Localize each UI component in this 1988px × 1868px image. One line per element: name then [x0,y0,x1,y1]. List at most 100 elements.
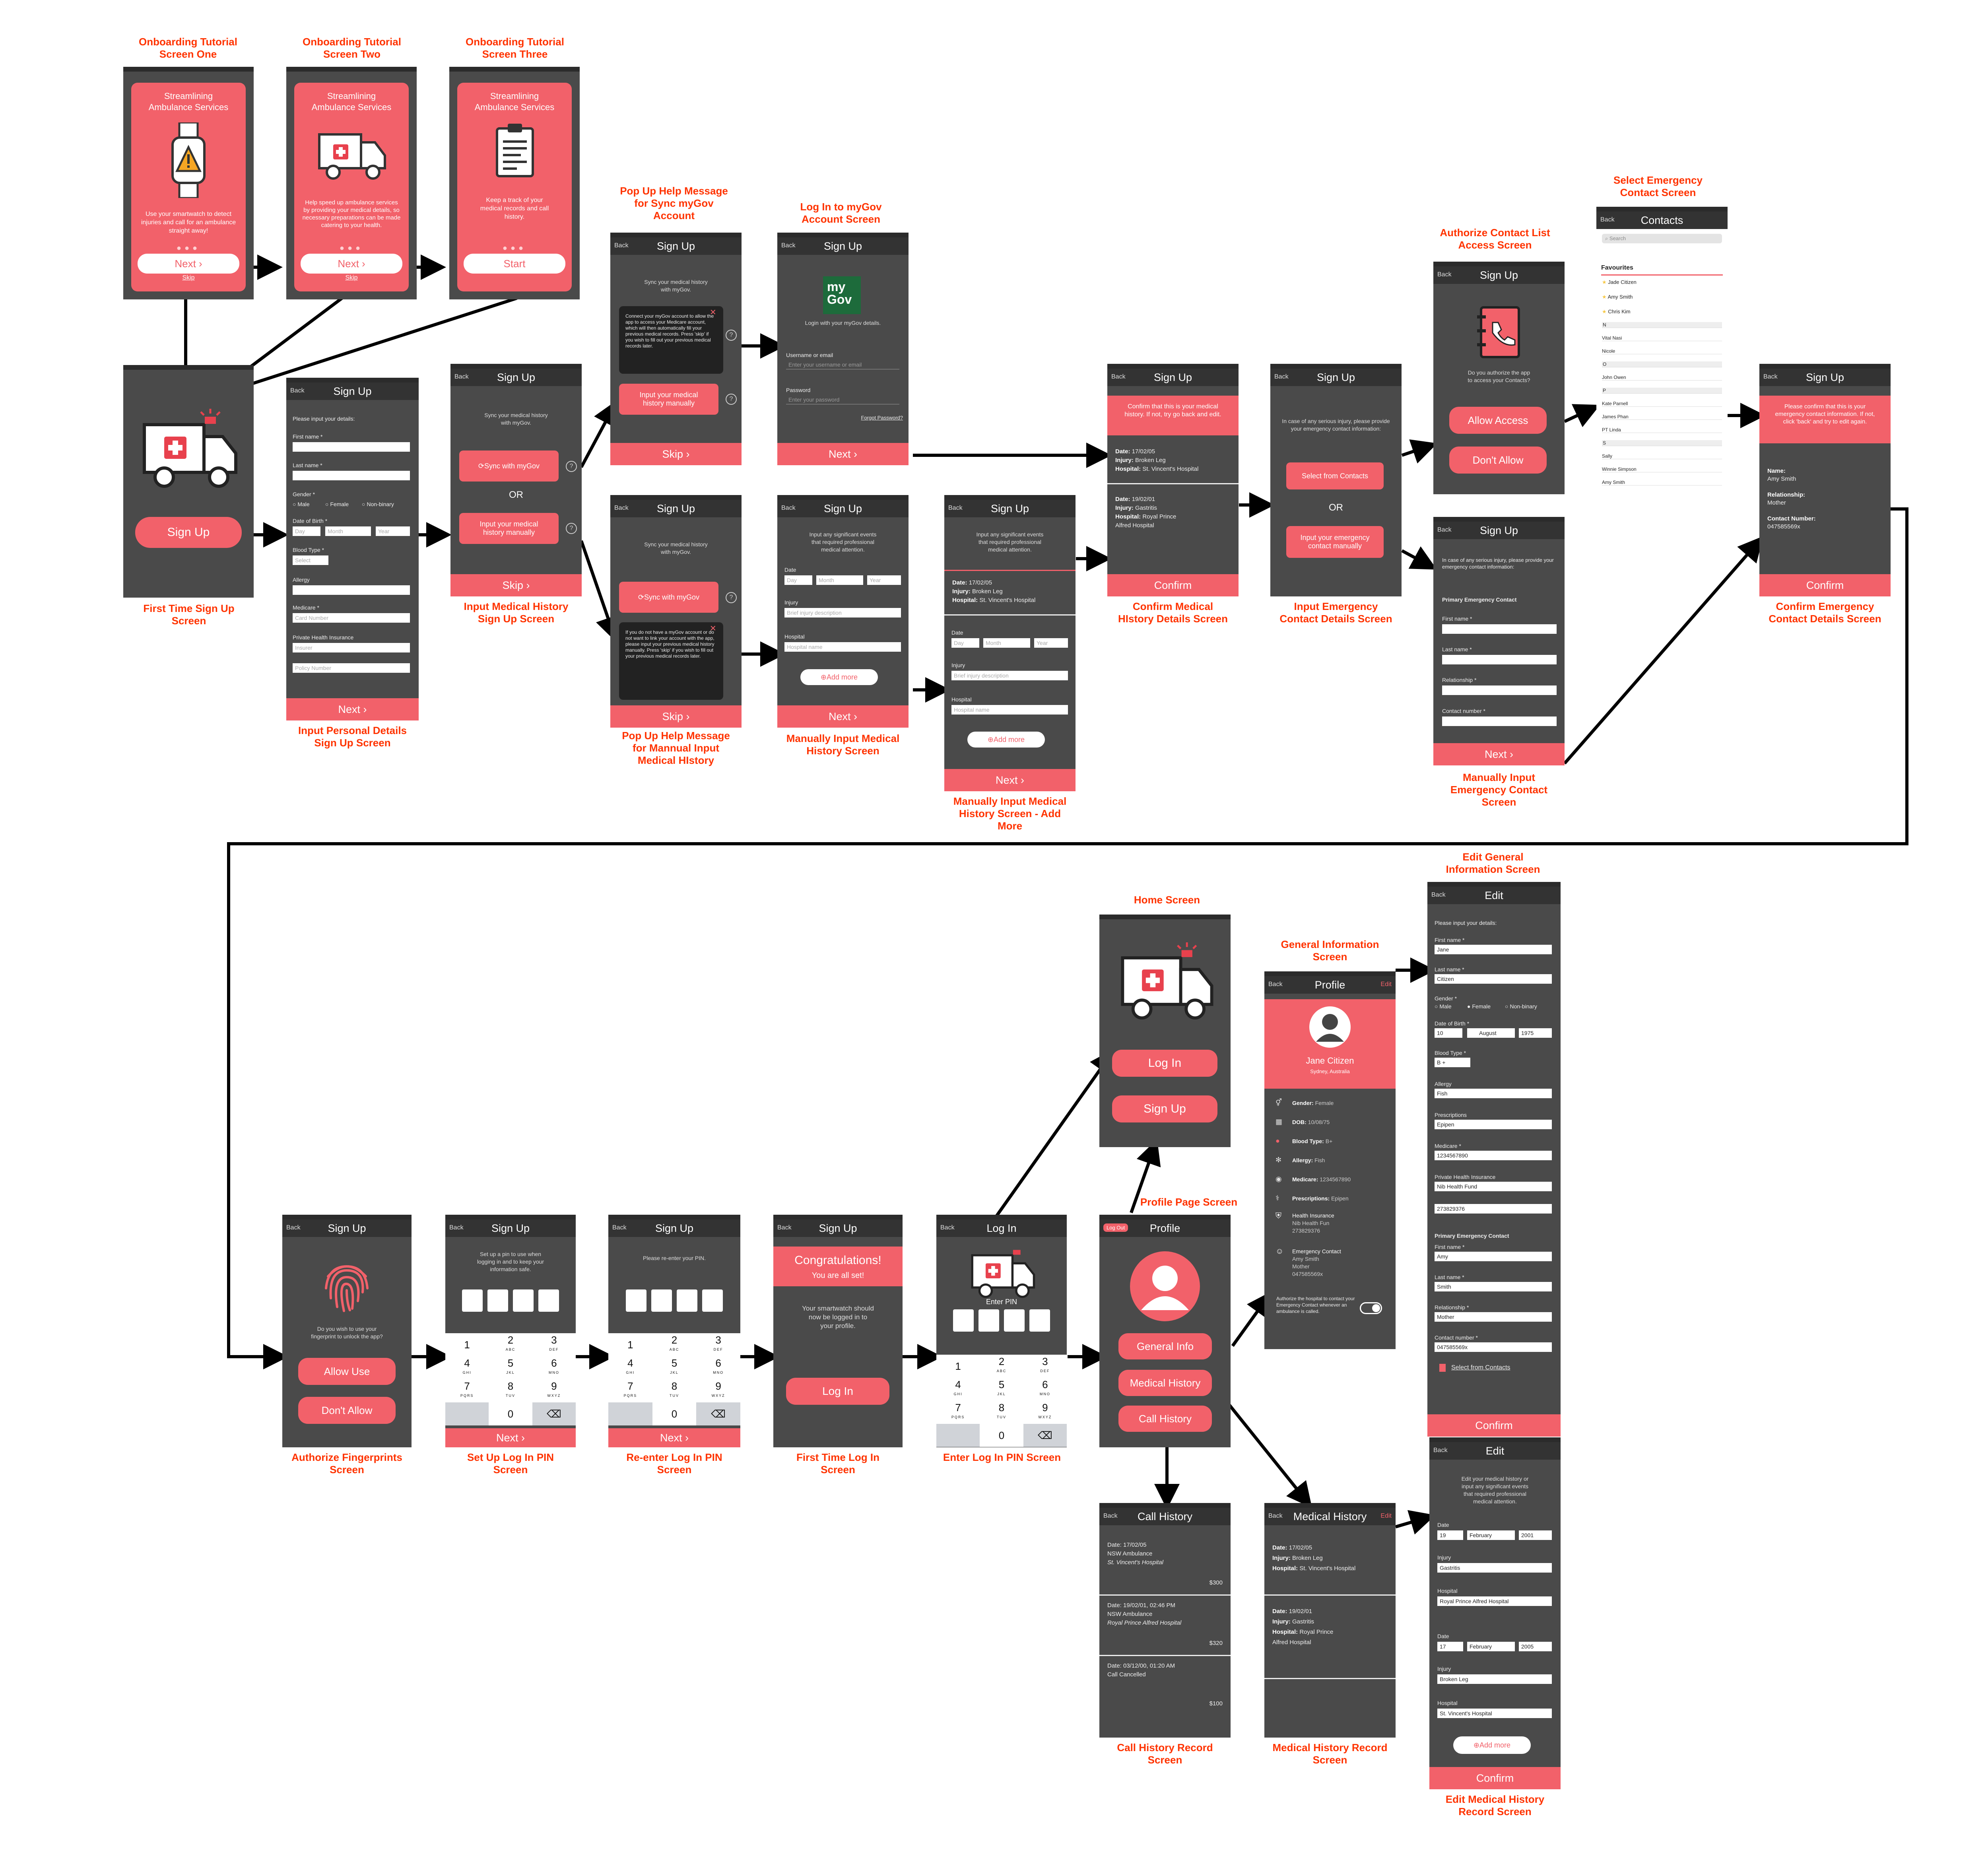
back-button[interactable]: Back [1600,216,1615,223]
pin-boxes[interactable] [608,1289,740,1312]
keypad-key[interactable]: 6 MNO [1023,1378,1067,1401]
back-button[interactable]: Back [290,387,305,394]
select-contacts-button[interactable]: Select from Contacts [1286,462,1384,489]
back-button[interactable]: Back [614,242,629,249]
day-select[interactable]: 10 [1435,1028,1462,1038]
keypad-key[interactable]: 2 ABC [652,1333,697,1356]
back-button[interactable]: Back [454,373,469,381]
last-name-input[interactable]: Citizen [1435,974,1552,984]
next-button[interactable]: Next › [944,769,1076,791]
hospital-input[interactable]: Hospital name [951,705,1068,715]
contact-list-item[interactable]: Sally [1602,453,1722,459]
keypad-key[interactable]: 9 WXYZ [696,1379,740,1402]
close-icon[interactable]: ✕ [710,623,716,633]
add-more-button[interactable]: ⊕ Add more [800,669,878,685]
keypad[interactable]: 1 2 ABC 3 DEF 4 GHI 5 JKL 6 MNO 7 PQRS 8 TUV 9 WXYZ 0 ⌫ [608,1333,740,1425]
injury-input[interactable]: Brief injury description [951,671,1068,680]
keypad-key[interactable]: 7 PQRS [608,1379,652,1402]
gender-radio-nonbinary[interactable]: ○ Non-binary [362,501,394,507]
confirm-button[interactable]: Confirm [1429,1767,1561,1789]
manual-contact-button[interactable]: Input your emergency contact manually [1286,526,1384,558]
edit-button[interactable]: Edit [1380,1513,1392,1520]
gender-radio-male[interactable]: ○ Male [293,501,310,507]
allergy-input[interactable] [293,585,410,595]
select-contacts-link[interactable]: Select from Contacts [1439,1364,1510,1372]
back-button[interactable]: Back [1268,1513,1283,1520]
keypad-key[interactable]: 2 ABC [980,1355,1023,1378]
keypad-key[interactable] [445,1402,489,1425]
back-button[interactable]: Back [1274,373,1289,381]
medicare-input[interactable]: Card Number [293,613,410,623]
month-select[interactable]: Month [816,575,863,585]
year-select[interactable]: Year [1034,638,1068,648]
day-select[interactable]: 17 [1437,1642,1463,1651]
prescriptions-input[interactable]: Epipen [1435,1120,1552,1129]
help-icon[interactable]: ? [726,394,737,405]
favourite-contact[interactable]: ★ Jade Citizen [1602,279,1637,285]
injury-input[interactable]: Gastritis [1437,1563,1552,1573]
back-button[interactable]: Back [1103,1513,1118,1520]
keypad[interactable]: 1 2 ABC 3 DEF 4 GHI 5 JKL 6 MNO 7 PQRS 8 TUV 9 WXYZ 0 ⌫ [445,1333,576,1425]
back-button[interactable]: Back [1437,271,1452,278]
keypad-key[interactable]: 3 DEF [1023,1355,1067,1378]
close-icon[interactable]: ✕ [710,307,716,317]
signup-button[interactable]: Sign Up [135,517,242,548]
call-record[interactable]: Date: 03/12/00, 01:20 AM Call Cancelled $1… [1107,1662,1223,1707]
contact-number-input[interactable] [1442,717,1557,726]
next-button[interactable]: Next › [301,254,402,274]
add-more-button[interactable]: ⊕ Add more [1453,1736,1531,1754]
contact-list-item[interactable]: Amy Smith [1602,480,1722,485]
policy-number-input[interactable]: Policy Number [293,663,410,673]
back-button[interactable]: Back [781,505,796,512]
back-button[interactable]: Back [940,1224,955,1231]
dont-allow-button[interactable]: Don't Allow [1449,447,1547,474]
month-select[interactable]: Month [983,638,1030,648]
injury-input[interactable]: Broken Leg [1437,1674,1552,1684]
policy-number-input[interactable]: 273829376 [1435,1204,1552,1214]
gender-radio-nonbinary[interactable]: ○ Non-binary [1505,1003,1537,1010]
pin-boxes[interactable] [936,1309,1067,1332]
pin-boxes[interactable] [445,1289,576,1312]
first-name-input[interactable]: Amy [1435,1252,1552,1261]
contact-list-item[interactable]: Winnie Simpson [1602,466,1722,472]
forgot-password-link[interactable]: Forgot Password? [861,415,903,421]
next-button[interactable]: Next › [286,698,419,720]
back-button[interactable]: Back [286,1224,301,1231]
year-select[interactable]: 2005 [1519,1642,1552,1651]
medical-history-button[interactable]: Medical History [1118,1370,1212,1396]
next-button[interactable]: Next › [777,443,909,465]
keypad-key[interactable]: 3 DEF [532,1333,576,1356]
search-input[interactable]: ⌕ Search [1602,234,1722,243]
contact-list-item[interactable]: Kate Parnell [1602,401,1722,407]
back-button[interactable]: Back [449,1224,464,1231]
keypad-key[interactable]: 1 [936,1355,980,1378]
day-select[interactable]: Day [951,638,979,648]
keypad-key[interactable]: 1 [445,1333,489,1356]
sync-mygov-button[interactable]: ⟳ Sync with myGov [459,450,559,482]
call-record[interactable]: Date: 19/02/01, 02:46 PM NSW Ambulance Roy… [1107,1601,1223,1647]
gender-radio-female[interactable]: ○ Female [325,501,349,507]
skip-button[interactable]: Skip › [450,574,582,596]
back-button[interactable]: Back [1268,981,1283,988]
keypad-key[interactable]: 8 TUV [489,1379,532,1402]
year-select[interactable]: Year [376,526,410,536]
start-button[interactable]: Start [464,254,565,274]
insurer-select[interactable]: Insurer [293,643,410,652]
year-select[interactable]: Year [867,575,901,585]
keypad-key[interactable]: 9 WXYZ [532,1379,576,1402]
first-name-input[interactable] [293,442,410,452]
keypad-key[interactable]: 3 DEF [696,1333,740,1356]
back-button[interactable]: Back [948,505,963,512]
keypad-key[interactable]: ⌫ [532,1402,576,1425]
back-button[interactable]: Back [614,505,629,512]
keypad-key[interactable]: 4 GHI [445,1356,489,1379]
manual-input-button[interactable]: Input your medical history manually [619,384,718,415]
back-button[interactable]: Back [1433,1447,1448,1454]
manual-input-button[interactable]: Input your medical history manually [459,513,559,544]
hospital-input[interactable]: Royal Prince Alfred Hospital [1437,1596,1552,1606]
month-select[interactable]: August [1467,1028,1515,1038]
next-button[interactable]: Next › [1433,743,1565,765]
keypad-key[interactable]: 7 PQRS [936,1401,980,1424]
skip-link[interactable]: Skip [294,274,409,282]
contact-list-item[interactable]: PT Linda [1602,427,1722,433]
